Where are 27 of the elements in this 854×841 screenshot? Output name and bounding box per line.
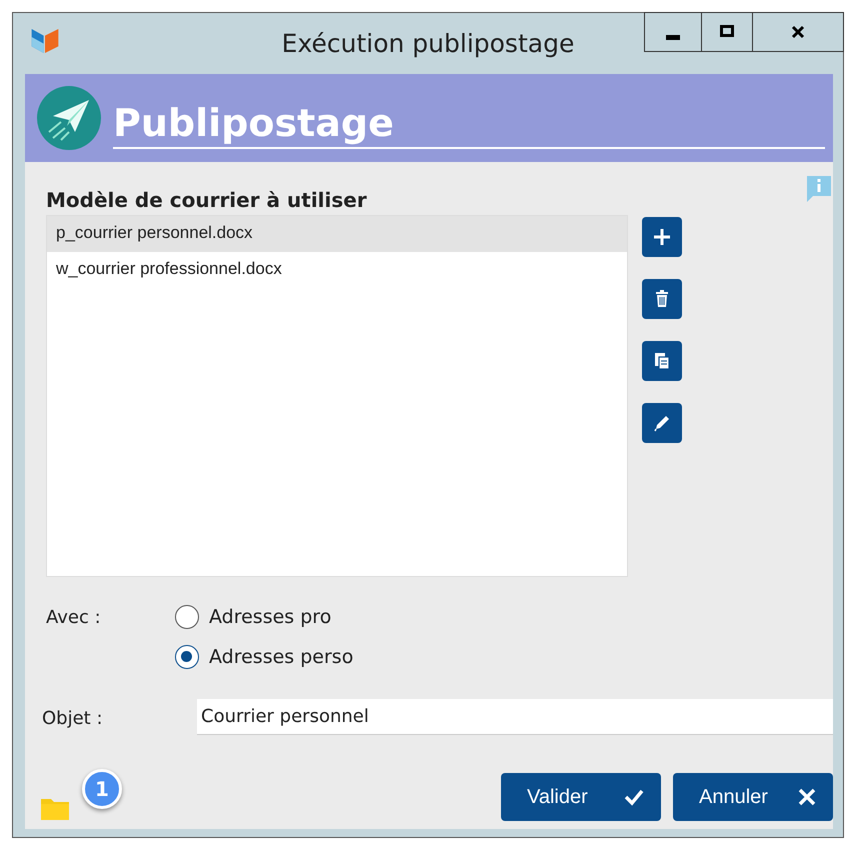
with-label: Avec :	[46, 606, 102, 628]
cancel-button[interactable]: Annuler	[673, 773, 833, 821]
paper-plane-icon	[37, 86, 101, 150]
maximize-button[interactable]	[701, 12, 753, 52]
minimize-button[interactable]	[644, 12, 702, 52]
checkmark-icon	[623, 787, 645, 807]
copy-button[interactable]	[642, 341, 682, 381]
subject-field[interactable]: Courrier personnel	[197, 699, 833, 735]
add-button[interactable]	[642, 217, 682, 257]
subject-label: Objet :	[42, 706, 104, 728]
plus-icon	[651, 226, 673, 248]
delete-button[interactable]	[642, 279, 682, 319]
radio-option[interactable]: Adresses perso	[175, 645, 354, 669]
edit-button[interactable]	[642, 403, 682, 443]
minimize-icon	[666, 34, 680, 40]
window-title: Exécution publipostage	[282, 29, 574, 58]
list-item[interactable]: w_courrier professionnel.docx	[47, 252, 627, 288]
notification-badge: 1	[82, 769, 122, 809]
section-label: Modèle de courrier à utiliser	[46, 188, 367, 212]
close-button[interactable]	[752, 12, 844, 52]
validate-button[interactable]: Valider	[501, 773, 661, 821]
cross-icon	[797, 787, 817, 807]
close-icon	[790, 24, 806, 40]
radio-option[interactable]: Adresses pro	[175, 605, 354, 629]
list-item[interactable]: p_courrier personnel.docx	[47, 216, 627, 252]
header-title: Publipostage	[113, 101, 825, 149]
maximize-icon	[719, 24, 735, 40]
